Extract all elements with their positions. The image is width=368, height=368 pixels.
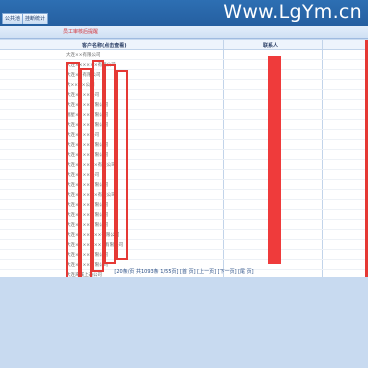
- table-row[interactable]: 大连××××公司: [0, 90, 368, 100]
- table-row[interactable]: 大连××××有限公司: [0, 210, 368, 220]
- pagination[interactable]: [20条/页 共1093条 1/55页] [首 页] [上一页] [下一页] […: [0, 268, 368, 275]
- table-row[interactable]: 大连××××有限公司: [0, 150, 368, 160]
- table-row[interactable]: 大连××××有限公司: [0, 120, 368, 130]
- tab-hangup-stats[interactable]: 挂断统计: [22, 13, 48, 24]
- table-row[interactable]: 瑞星××××有限公司: [0, 110, 368, 120]
- redaction-box: [104, 64, 116, 264]
- column-header-customer-name[interactable]: 客户名称(点击查看): [82, 42, 127, 49]
- watermark-logo: Www.LgYm.cn: [223, 1, 362, 23]
- redaction-box: [80, 68, 92, 284]
- empty-area: [0, 277, 368, 368]
- table-row[interactable]: 大连××××××有限公司: [0, 160, 368, 170]
- table-row[interactable]: 大连××××有限公司: [0, 200, 368, 210]
- table-row[interactable]: 大××××公司: [0, 80, 368, 90]
- table-row[interactable]: 大连××××有限公司: [0, 140, 368, 150]
- table-row[interactable]: 大连×××××××有限公司: [0, 230, 368, 240]
- column-header-contact: 联系人: [263, 43, 279, 49]
- table-header: 客户名称(点击查看) 联系人: [0, 40, 368, 50]
- redaction-box: [116, 70, 128, 260]
- table-row[interactable]: 大连××××公司: [0, 170, 368, 180]
- table-row[interactable]: 大连××有限公司: [0, 50, 368, 60]
- table-row[interactable]: 大连××××公司: [0, 130, 368, 140]
- redaction-box: [92, 60, 104, 272]
- redaction-fill: [268, 56, 281, 264]
- table-row[interactable]: 大连××××有限公司: [0, 180, 368, 190]
- table-row[interactable]: 大连××××××××有限公司: [0, 240, 368, 250]
- reminder-title[interactable]: 员工审核后提醒: [63, 28, 98, 35]
- table-row[interactable]: 大连××××××有限公司: [0, 60, 368, 70]
- table-row[interactable]: 大连××××有限公司: [0, 250, 368, 260]
- customer-table: 客户名称(点击查看) 联系人 大连××有限公司 大连××××××有限公司 大连××有…: [0, 40, 368, 284]
- table-row[interactable]: 大连××××××有限公司: [0, 190, 368, 200]
- sub-toolbar: 员工审核后提醒: [0, 26, 368, 39]
- redaction-box: [66, 62, 80, 284]
- customer-name-cell[interactable]: 大连××有限公司: [66, 52, 156, 58]
- tab-public-pool[interactable]: 公共池: [2, 13, 23, 24]
- table-row[interactable]: 大连××××有限公司: [0, 220, 368, 230]
- top-banner: 公共池 挂断统计 Www.LgYm.cn: [0, 0, 368, 26]
- table-row[interactable]: 大连××××有限公司: [0, 100, 368, 110]
- table-row[interactable]: 大连××有限公司: [0, 70, 368, 80]
